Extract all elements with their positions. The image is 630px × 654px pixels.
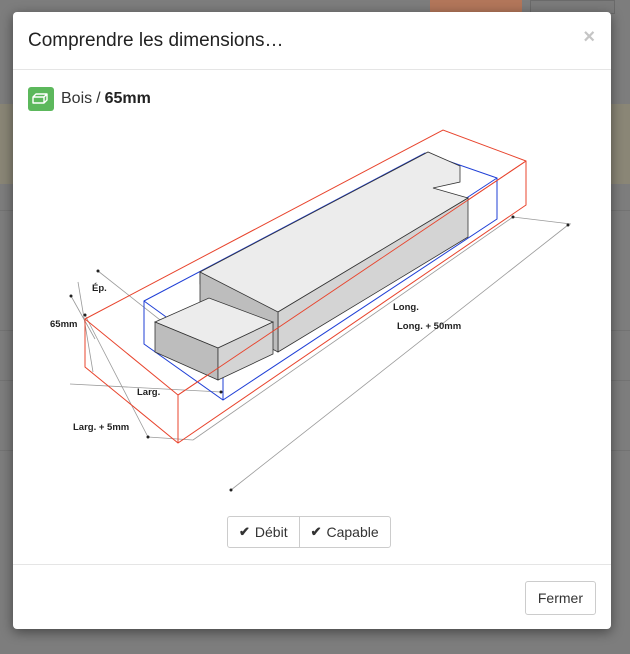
close-button[interactable]: Fermer bbox=[524, 581, 596, 615]
diagram-label-thickness: Ép. bbox=[92, 283, 107, 294]
check-icon: ✔ bbox=[310, 524, 322, 539]
debit-toggle-button[interactable]: ✔ Débit bbox=[227, 516, 300, 548]
diagram-label-thickness-value: 65mm bbox=[50, 319, 77, 330]
capable-toggle-button[interactable]: ✔ Capable bbox=[298, 516, 391, 548]
diagram-label-width-plus: Larg. + 5mm bbox=[73, 422, 129, 433]
wood-piece bbox=[153, 151, 469, 381]
diagram-label-length-plus: Long. + 50mm bbox=[397, 321, 461, 332]
dimensions-diagram: Ép. 65mm Larg. Larg. + 5mm Long. Long. +… bbox=[50, 129, 572, 492]
check-icon: ✔ bbox=[239, 524, 250, 539]
diagram-label-width: Larg. bbox=[137, 387, 160, 398]
view-toggle-group: ✔ Débit ✔ Capable bbox=[227, 516, 391, 548]
dimensions-modal: Comprendre les dimensions… × Bois / 65mm bbox=[13, 12, 611, 629]
capable-toggle-label: Capable bbox=[326, 524, 379, 540]
debit-toggle-label: Débit bbox=[254, 524, 288, 540]
modal-footer: Fermer bbox=[13, 564, 611, 629]
diagram-label-length: Long. bbox=[393, 302, 419, 313]
